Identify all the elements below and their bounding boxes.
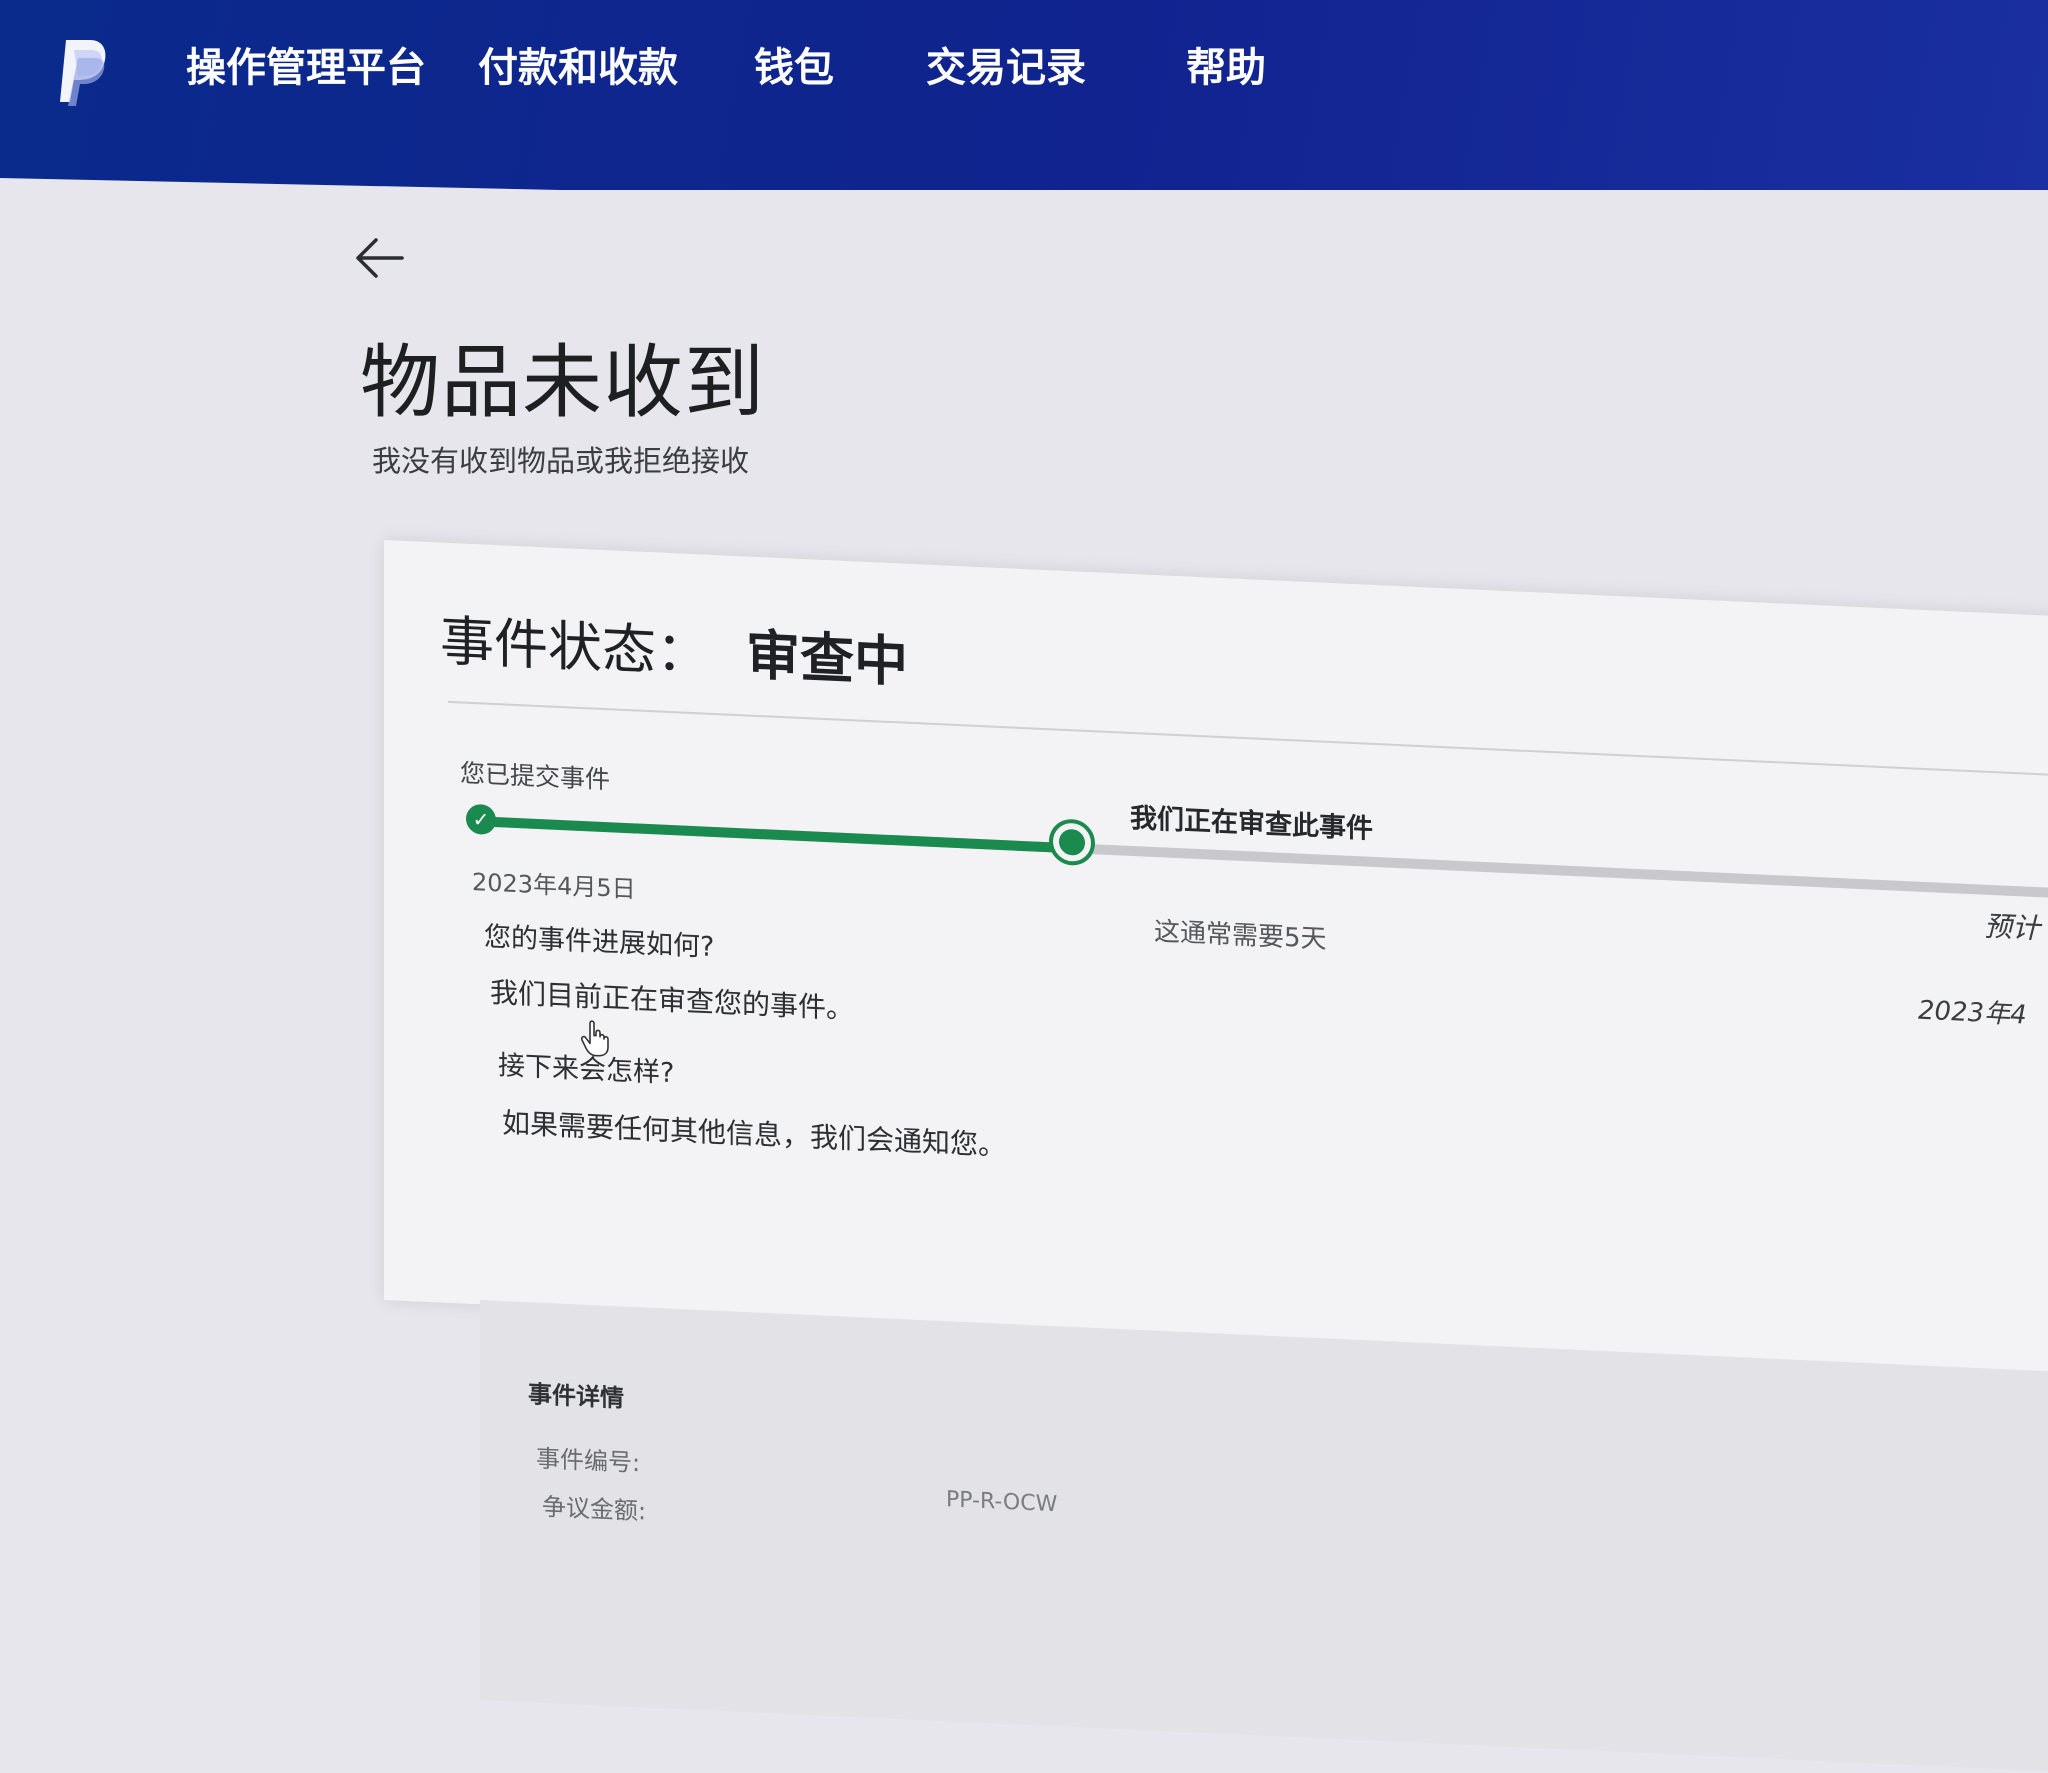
case-status-heading: 事件状态： 审查中	[440, 597, 908, 697]
top-navigation-bar: 操作管理平台 付款和收款 钱包 交易记录 帮助	[0, 0, 2048, 190]
back-arrow-icon[interactable]	[350, 228, 410, 288]
timeline-step-submitted-date: 2023年4月5日	[472, 867, 636, 904]
timeline-step-estimated-label: 预计	[1984, 909, 2041, 946]
progress-answer: 我们目前正在审查您的事件。	[490, 975, 855, 1026]
timeline-progress-fill	[480, 816, 1072, 854]
case-details-title: 事件详情	[528, 1380, 624, 1413]
next-steps-question: 接下来会怎样?	[498, 1050, 675, 1090]
step-complete-check-icon: ✓	[466, 803, 496, 836]
case-id-value: PP-R-OCW	[946, 1487, 1058, 1518]
next-steps-answer: 如果需要任何其他信息，我们会通知您。	[502, 1106, 1007, 1163]
progress-question: 您的事件进展如何?	[484, 921, 715, 964]
timeline-step-reviewing-label: 我们正在审查此事件	[1130, 802, 1373, 845]
status-value: 审查中	[746, 623, 908, 694]
case-details-card: 事件详情 事件编号: 争议金额: PP-R-OCW	[480, 1300, 2048, 1773]
timeline-step-estimated-date: 2023年4	[1918, 995, 2027, 1031]
step-current-marker-icon	[1053, 822, 1091, 863]
nav-item-dashboard[interactable]: 操作管理平台	[186, 38, 426, 98]
status-label: 事件状态：	[440, 609, 710, 685]
timeline-step-submitted-label: 您已提交事件	[460, 758, 611, 795]
page-title: 物品未收到	[360, 336, 765, 429]
dispute-amount-label: 争议金额:	[542, 1492, 647, 1526]
nav-item-send-receive[interactable]: 付款和收款	[478, 38, 678, 98]
page-subtitle: 我没有收到物品或我拒绝接收	[372, 444, 750, 478]
nav-item-activity[interactable]: 交易记录	[926, 38, 1086, 98]
timeline-step-reviewing-note: 这通常需要5天	[1154, 916, 1327, 955]
case-status-card: 事件状态： 审查中 您已提交事件 ✓ 2023年4月5日 我们正在审查此事件 这通…	[384, 540, 2048, 1378]
paypal-logo-icon[interactable]	[56, 34, 110, 108]
case-id-label: 事件编号:	[536, 1444, 641, 1478]
divider	[448, 700, 2048, 778]
nav-item-wallet[interactable]: 钱包	[754, 38, 834, 98]
nav-item-help[interactable]: 帮助	[1186, 38, 1266, 98]
